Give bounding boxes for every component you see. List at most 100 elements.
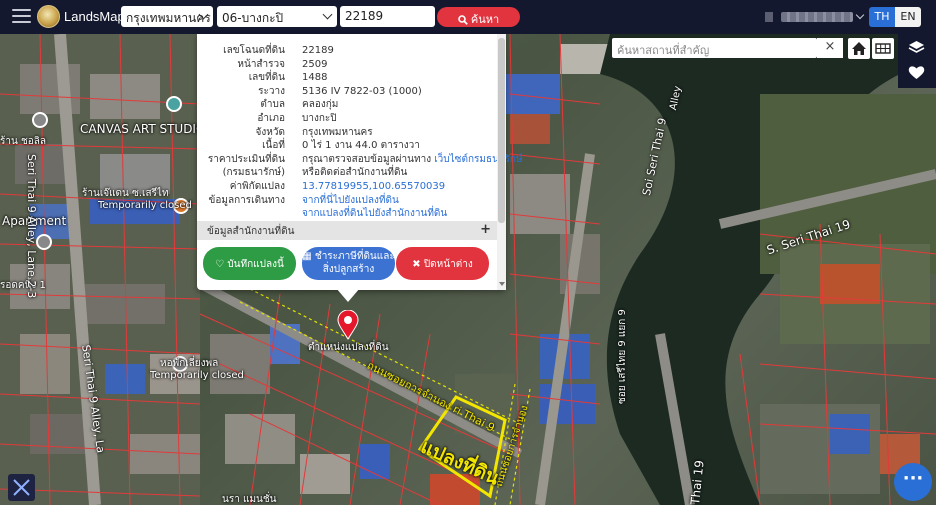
parcel-info-popup: เลขโฉนดที่ดิน 22189 หน้าสำรวจ 2509 เลขที่ด… [197,34,523,302]
search-button[interactable]: ค้นหา [437,7,520,27]
popup-scrollbar[interactable] [497,34,506,290]
parcel-number-input[interactable]: 22189 [340,6,435,27]
info-value: กรุงเทพมหานคร [302,126,373,138]
close-window-label: ปิดหน้าต่าง [423,259,473,270]
coords-label: ค่าพิกัดแปลง [229,180,285,192]
coords-link[interactable]: 13.77819955,100.65570039 [302,180,445,193]
map-label-bottom: นรา แมนชั่น [222,494,277,505]
landsmaps-logo [37,5,60,28]
pay-tax-label-1: ชำระภาษีที่ดินและ [314,251,395,262]
map-label-left-mid: รอดคนิ้ง 1 [0,280,46,291]
info-row: เนื้อที่ 0 ไร่ 1 งาน 44.0 ตารางวา [197,139,497,153]
pay-tax-label-2: สิ่งปลูกสร้าง [322,264,375,275]
clear-search-button[interactable]: × [817,38,843,58]
lang-en-button[interactable]: EN [895,7,921,27]
info-row: อำเภอ บางกะปิ [197,112,497,126]
bookmark-icon[interactable] [765,12,773,22]
info-value: 2509 [302,58,328,70]
popup-pointer [336,288,360,302]
close-window-button[interactable]: ✖ ปิดหน้าต่าง [396,247,489,280]
info-label: เนื้อที่ [262,140,285,152]
more-options-button[interactable]: ··· [894,463,932,501]
map-label-seri-vert: ซอย เสรีไทย 9 แยก 9 [617,309,628,404]
chevron-down-icon[interactable] [855,10,865,20]
map-label-temp1: Temporarily closed [98,200,192,211]
price-value-2: หรือติดต่อสำนักงานที่ดิน [302,167,408,179]
map-label-left-top: ร้าน ชอลิล [0,136,47,147]
price-label: ราคาประเมินที่ดิน [207,153,285,165]
scrollbar-thumb[interactable] [498,38,505,223]
route-label: ข้อมูลการเดินทาง [208,194,285,206]
info-value: 22189 [302,45,334,56]
info-row: จังหวัด กรุงเทพมหานคร [197,126,497,140]
land-office-section[interactable]: ข้อมูลสำนักงานที่ดิน + [197,221,497,240]
district-value: 06-บางกะปิ [222,11,284,25]
info-label: ตำบล [260,99,285,111]
home-icon [852,42,866,55]
map-label-seri-alley-lane: Seri Thai 9 Alley, Lane 2-3 [25,154,38,299]
info-value: 1488 [302,72,328,84]
info-value: 5136 IV 7822-03 (1000) [302,85,422,97]
district-select[interactable]: 06-บางกะปิ [217,6,337,27]
treasury-link[interactable]: เว็บไซต์กรมธนารักษ์ [434,154,522,165]
info-row-coords: ค่าพิกัดแปลง 13.77819955,100.65570039 [197,180,497,194]
heart-outline-icon: ♡ [215,259,228,270]
lang-th-button[interactable]: TH [869,7,895,27]
map-label-shop: ร้านเจ๊แดน ซ.เสรีไท [82,188,169,199]
place-search-input[interactable]: ค้นหาสถานที่สำคัญ [612,38,817,58]
search-icon [458,15,468,25]
info-label: เลขที่ดิน [248,72,285,84]
grid-icon [875,43,891,54]
expand-icon[interactable]: + [480,222,491,237]
info-value: บางกะปิ [302,112,337,124]
info-label: หน้าสำรวจ [237,58,285,70]
tax-icon: ▦ [302,251,315,262]
info-value: 0 ไร่ 1 งาน 44.0 ตารางวา [302,140,420,152]
measure-tool-button[interactable] [8,474,35,501]
info-row: ระวาง 5136 IV 7822-03 (1000) [197,85,497,99]
info-row: เลขโฉนดที่ดิน 22189 [197,44,497,58]
map-label-parcel-pos: ตำแหน่งแปลงที่ดิน [308,342,389,353]
info-row-price: ราคาประเมินที่ดิน กรุณาตรวจสอบข้อมูลผ่านท… [197,153,523,167]
price-value: กรุณาตรวจสอบข้อมูลผ่านทาง เว็บไซต์กรมธนา… [302,153,523,166]
price-label-2: (กรมธนารักษ์) [222,167,285,179]
close-icon: ✖ [412,259,424,270]
route-to-office-link[interactable]: จากแปลงที่ดินไปยังสำนักงานที่ดิน [302,207,447,220]
map-label-canvas: CANVAS ART STUDIO [80,122,206,136]
poi-icon[interactable] [32,112,48,128]
info-row: ตำบล คลองกุ่ม [197,98,497,112]
save-parcel-label: บันทึกแปลงนี้ [227,259,284,270]
info-label: อำเภอ [257,112,285,124]
right-toolbar [898,34,936,88]
info-label: จังหวัด [255,126,285,138]
location-pin-icon[interactable] [337,310,359,340]
info-label: เลขโฉนดที่ดิน [223,45,285,56]
grid-button[interactable] [872,38,894,59]
info-row-route: ข้อมูลการเดินทาง จากที่นี่ไปยังแปลงที่ดิน [197,194,497,208]
layers-icon[interactable] [908,40,925,55]
scroll-down-arrow-icon[interactable] [499,282,505,286]
info-row-route-2: จากแปลงที่ดินไปยังสำนักงานที่ดิน [197,207,497,221]
home-button[interactable] [848,38,870,59]
pay-tax-button[interactable]: ▦ ชำระภาษีที่ดินและ สิ่งปลูกสร้าง [302,247,395,280]
poi-icon[interactable] [166,96,182,112]
info-row-price-2: (กรมธนารักษ์) หรือติดต่อสำนักงานที่ดิน [197,166,497,180]
parcel-info-rows: เลขโฉนดที่ดิน 22189 หน้าสำรวจ 2509 เลขที่ด… [197,44,523,221]
info-value: คลองกุ่ม [302,99,339,111]
route-to-parcel-link[interactable]: จากที่นี่ไปยังแปลงที่ดิน [302,194,399,207]
poi-icon[interactable] [36,234,52,250]
user-name-redacted[interactable] [781,12,853,22]
save-parcel-button[interactable]: ♡ บันทึกแปลงนี้ [203,247,296,280]
chevron-down-icon [322,9,333,20]
top-bar: LandsMaps กรุงเทพมหานคร 06-บางกะปิ 22189… [0,0,936,34]
price-text: กรุณาตรวจสอบข้อมูลผ่านทาง [302,153,432,165]
menu-icon[interactable] [12,9,31,24]
ruler-icon [13,479,30,496]
info-label: ระวาง [258,85,285,97]
heart-icon[interactable] [908,65,925,80]
map-label-temp2: Temporarily closed [150,370,244,381]
province-select[interactable]: กรุงเทพมหานคร [121,6,213,27]
search-button-label: ค้นหา [470,13,500,26]
info-row: หน้าสำรวจ 2509 [197,58,497,72]
info-row: เลขที่ดิน 1488 [197,71,497,85]
